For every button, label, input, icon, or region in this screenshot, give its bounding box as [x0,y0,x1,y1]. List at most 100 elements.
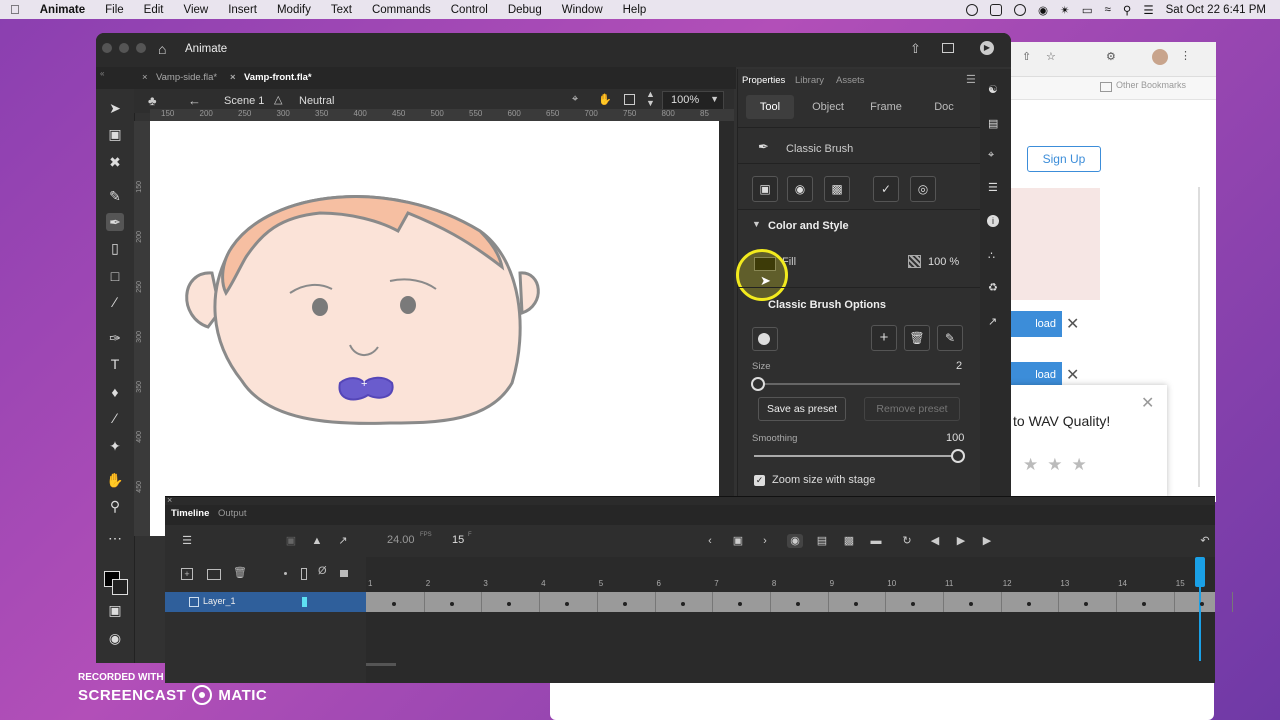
slider-thumb[interactable] [951,449,965,463]
close-window-button[interactable] [102,43,112,53]
more-tools-icon[interactable]: ⋯ [106,529,124,547]
paint-bucket-tool-icon[interactable]: ♦ [106,383,124,401]
new-folder-icon[interactable] [207,569,221,580]
graph-icon[interactable]: ↗ [335,534,351,548]
parenting-icon[interactable]: ▲ [309,534,325,548]
bluetooth-icon[interactable]: ✴ [1060,3,1070,17]
tab-assets[interactable]: Assets [836,75,865,86]
frame-number[interactable]: 14 [1118,579,1127,588]
zoom-tool-icon[interactable]: ⚲ [106,497,124,515]
frame-number[interactable]: 13 [1060,579,1069,588]
tilt-button[interactable]: ◎ [910,176,936,202]
smoothing-slider[interactable] [754,449,965,463]
rectangle-tool-icon[interactable]: □ [106,267,124,285]
scene-name[interactable]: Scene 1 [224,95,264,107]
share-icon[interactable]: ⇧ [1022,50,1031,63]
keyframe-dot[interactable] [392,602,396,606]
edit-multiple-frames-icon[interactable]: ▤ [814,534,830,548]
outline-icon[interactable] [301,568,307,580]
align-panel-icon[interactable]: ☰ [988,181,998,194]
motion-editor-icon[interactable]: ↗ [988,315,997,328]
close-icon[interactable]: ✕ [1066,314,1079,334]
close-icon[interactable]: ✕ [1141,393,1154,413]
wifi-icon[interactable]: ≈ [1105,4,1111,16]
symbol-name[interactable]: Neutral [299,95,334,107]
frame-number[interactable]: 11 [945,579,953,588]
frame-scrollbar[interactable] [366,663,396,666]
minimize-window-button[interactable] [119,43,129,53]
prev-keyframe-icon[interactable]: ‹ [702,534,718,548]
layer-row[interactable]: Layer_1 [165,592,366,612]
step-forward-icon[interactable]: ▶ [979,534,995,548]
menu-window[interactable]: Window [552,4,613,16]
size-slider[interactable] [751,377,960,391]
paint-behind-button[interactable]: ◉ [787,176,813,202]
brush-tool-icon[interactable]: ✒ [106,213,124,231]
undo-scroll-icon[interactable]: ↶ [1197,534,1213,548]
frame-number[interactable]: 10 [887,579,896,588]
lasso-tool-icon[interactable]: ✖ [106,153,124,171]
keyframe-dot[interactable] [853,602,858,606]
delete-brush-button[interactable]: 🗑 [904,325,930,351]
workspace-icon[interactable] [942,43,954,53]
pressure-button[interactable]: ✓ [873,176,899,202]
close-icon[interactable]: ✕ [1066,365,1079,385]
brush-mode-button[interactable]: ▣ [752,176,778,202]
rating-stars[interactable]: ★★★ [1023,455,1096,475]
insert-keyframe-icon[interactable]: ▣ [730,534,746,548]
more-menu-icon[interactable]: ⋮ [1180,49,1191,62]
keyframe-dot[interactable] [622,602,627,606]
tab-library[interactable]: Library [795,75,824,86]
selection-tool-icon[interactable]: ➤ [106,99,124,117]
section-color-and-style[interactable]: Color and Style [768,220,849,232]
creative-cloud-icon[interactable] [1014,3,1027,16]
stage-canvas[interactable]: + [150,121,719,536]
menu-text[interactable]: Text [321,4,362,16]
object-drawing-icon[interactable]: ▣ [106,601,124,619]
library-panel-icon[interactable]: ▤ [988,117,998,130]
back-arrow-icon[interactable]: ← [188,93,201,108]
delete-layer-icon[interactable]: 🗑 [233,566,247,579]
slider-thumb[interactable] [751,377,765,391]
frame-number[interactable]: 1 [368,579,372,588]
frame-number[interactable]: 2 [426,579,430,588]
apple-icon[interactable]:  [0,2,30,17]
hide-layers-icon[interactable]: Ø [318,565,327,577]
save-as-preset-button[interactable]: Save as preset [758,397,846,421]
segment-frame[interactable]: Frame [862,95,910,119]
free-transform-tool-icon[interactable]: ▣ [106,125,124,143]
menu-view[interactable]: View [173,4,218,16]
camera-icon[interactable]: ▣ [283,534,299,548]
frame-number[interactable]: 4 [541,579,545,588]
doc-tab-vamp-front[interactable]: × Vamp-front.fla* [224,67,312,89]
eyedropper-tool-icon[interactable]: ⁄ [106,409,124,427]
sign-up-button[interactable]: Sign Up [1027,146,1101,172]
play-icon[interactable]: ▶ [953,534,969,548]
frame-grid[interactable]: 1 2 3 4 5 6 7 8 9 10 11 12 13 14 15 [366,557,1233,683]
menu-control[interactable]: Control [441,4,498,16]
share-icon[interactable]: ⇧ [910,41,921,57]
asset-warp-icon[interactable]: ☯ [988,83,998,96]
layers-icon[interactable]: ☰ [179,534,195,548]
menu-edit[interactable]: Edit [134,4,174,16]
next-keyframe-icon[interactable]: › [757,534,773,548]
keyframe-dot[interactable] [969,602,973,606]
menubar-clock[interactable]: Sat Oct 22 6:41 PM [1166,4,1266,16]
info-panel-icon[interactable]: i [987,215,999,227]
keyframe-dot[interactable] [1026,602,1031,606]
fill-color-swatch[interactable] [112,579,128,595]
menu-help[interactable]: Help [613,4,657,16]
frame-number[interactable]: 12 [1003,579,1012,588]
doc-tab-vamp-side[interactable]: × Vamp-side.fla* [136,67,217,89]
keyframe-dot[interactable] [1199,602,1204,606]
lock-layers-icon[interactable] [340,570,348,577]
segment-object[interactable]: Object [804,95,852,119]
onion-skin-icon[interactable]: ◉ [787,534,803,548]
frame-number[interactable]: 3 [483,579,487,588]
layer-name[interactable]: Layer_1 [203,596,236,606]
zoom-stepper-icon[interactable]: ▲ ▼ [646,90,655,108]
remove-preset-button[interactable]: Remove preset [864,397,960,421]
frame-number[interactable]: 9 [830,579,834,588]
spotlight-search-icon[interactable]: ⚲ [1123,3,1131,17]
fill-alpha[interactable]: 100 % [928,256,959,268]
